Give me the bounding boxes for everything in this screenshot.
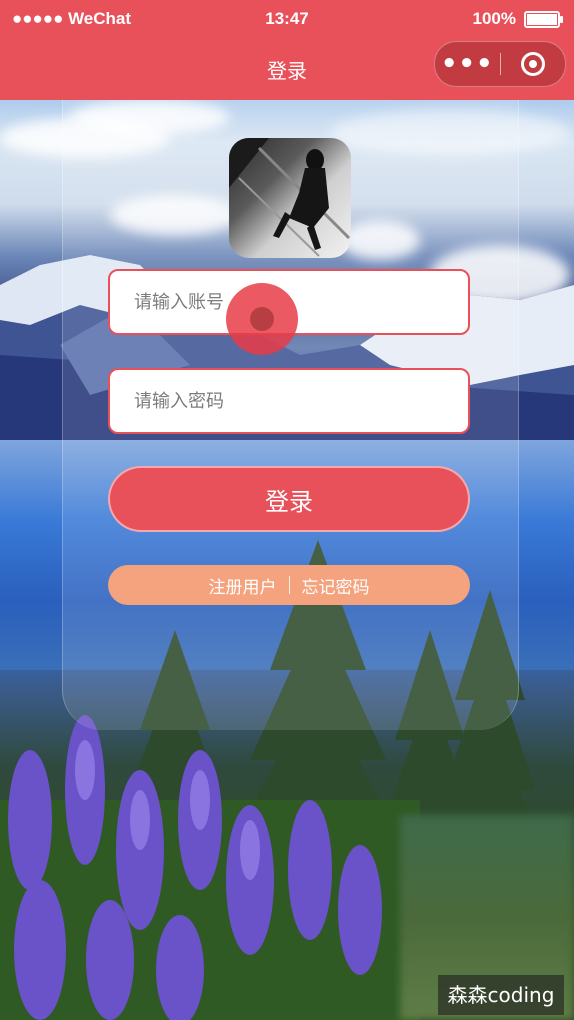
battery-percent: 100%: [472, 9, 516, 28]
close-mini-program-button[interactable]: [501, 52, 566, 76]
avatar: [229, 138, 351, 258]
battery-indicator: 100%: [472, 9, 563, 29]
target-close-icon: [520, 52, 545, 76]
battery-icon: [524, 10, 563, 28]
login-screen: ●●●●● WeChat 13:47 100% 登录 ••• 请输入账号 登录 …: [0, 0, 574, 1020]
login-button[interactable]: 登录: [108, 466, 470, 532]
password-input[interactable]: [110, 370, 468, 432]
account-field: [108, 269, 470, 335]
avatar-image: [229, 138, 351, 257]
account-input[interactable]: [110, 271, 468, 333]
nav-bar: 登录 •••: [0, 38, 574, 100]
password-field: [108, 368, 470, 434]
watermark: 森森coding: [438, 975, 564, 1015]
status-bar: ●●●●● WeChat 13:47 100%: [0, 0, 574, 38]
mini-program-capsule: •••: [434, 41, 566, 87]
lupine-flowers: [0, 715, 420, 1020]
more-menu-icon[interactable]: •••: [435, 42, 500, 86]
links-divider: [288, 576, 290, 594]
forgot-password-link[interactable]: 忘记密码: [294, 573, 378, 598]
links-bar: 注册用户 忘记密码: [108, 565, 470, 605]
register-link[interactable]: 注册用户: [201, 573, 285, 598]
